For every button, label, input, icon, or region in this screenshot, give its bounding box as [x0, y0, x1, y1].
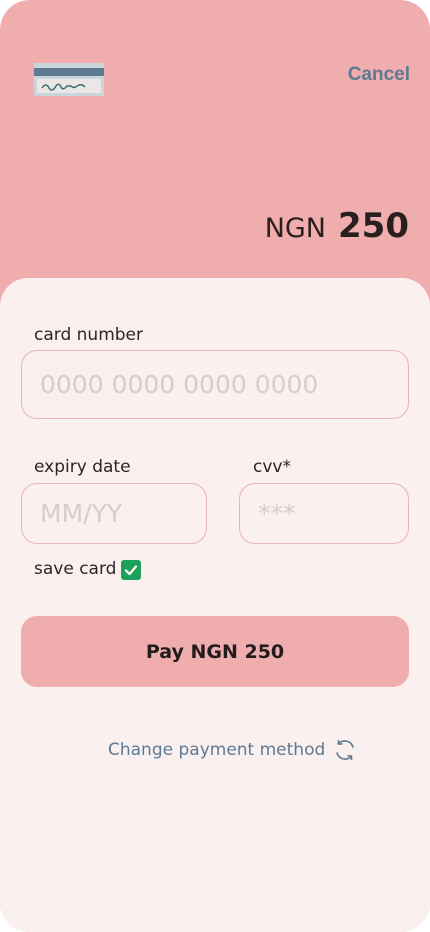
expiry-date-input[interactable] — [22, 484, 206, 543]
currency-code: NGN — [264, 213, 327, 244]
pay-button[interactable]: Pay NGN 250 — [21, 616, 409, 687]
cvv-input[interactable] — [240, 484, 408, 543]
credit-card-icon — [34, 63, 104, 96]
card-number-field — [21, 350, 409, 419]
expiry-date-label: expiry date — [34, 457, 131, 477]
payment-screen: Cancel NGN 250 card number expiry date c… — [0, 0, 430, 932]
cancel-button[interactable]: Cancel — [348, 64, 410, 86]
save-card-checkbox[interactable] — [121, 560, 141, 580]
card-number-input[interactable] — [22, 351, 408, 418]
change-payment-method-link[interactable]: Change payment method — [108, 738, 357, 762]
change-payment-method-label: Change payment method — [108, 740, 326, 760]
card-number-label: card number — [34, 325, 143, 345]
amount-value: 250 — [338, 206, 409, 246]
save-card-label: save card — [34, 559, 117, 579]
checkmark-icon — [124, 565, 138, 576]
amount-display: NGN 250 — [265, 206, 409, 246]
cvv-field — [239, 483, 409, 544]
expiry-date-field — [21, 483, 207, 544]
refresh-icon — [336, 739, 355, 761]
cvv-label: cvv* — [253, 457, 291, 477]
